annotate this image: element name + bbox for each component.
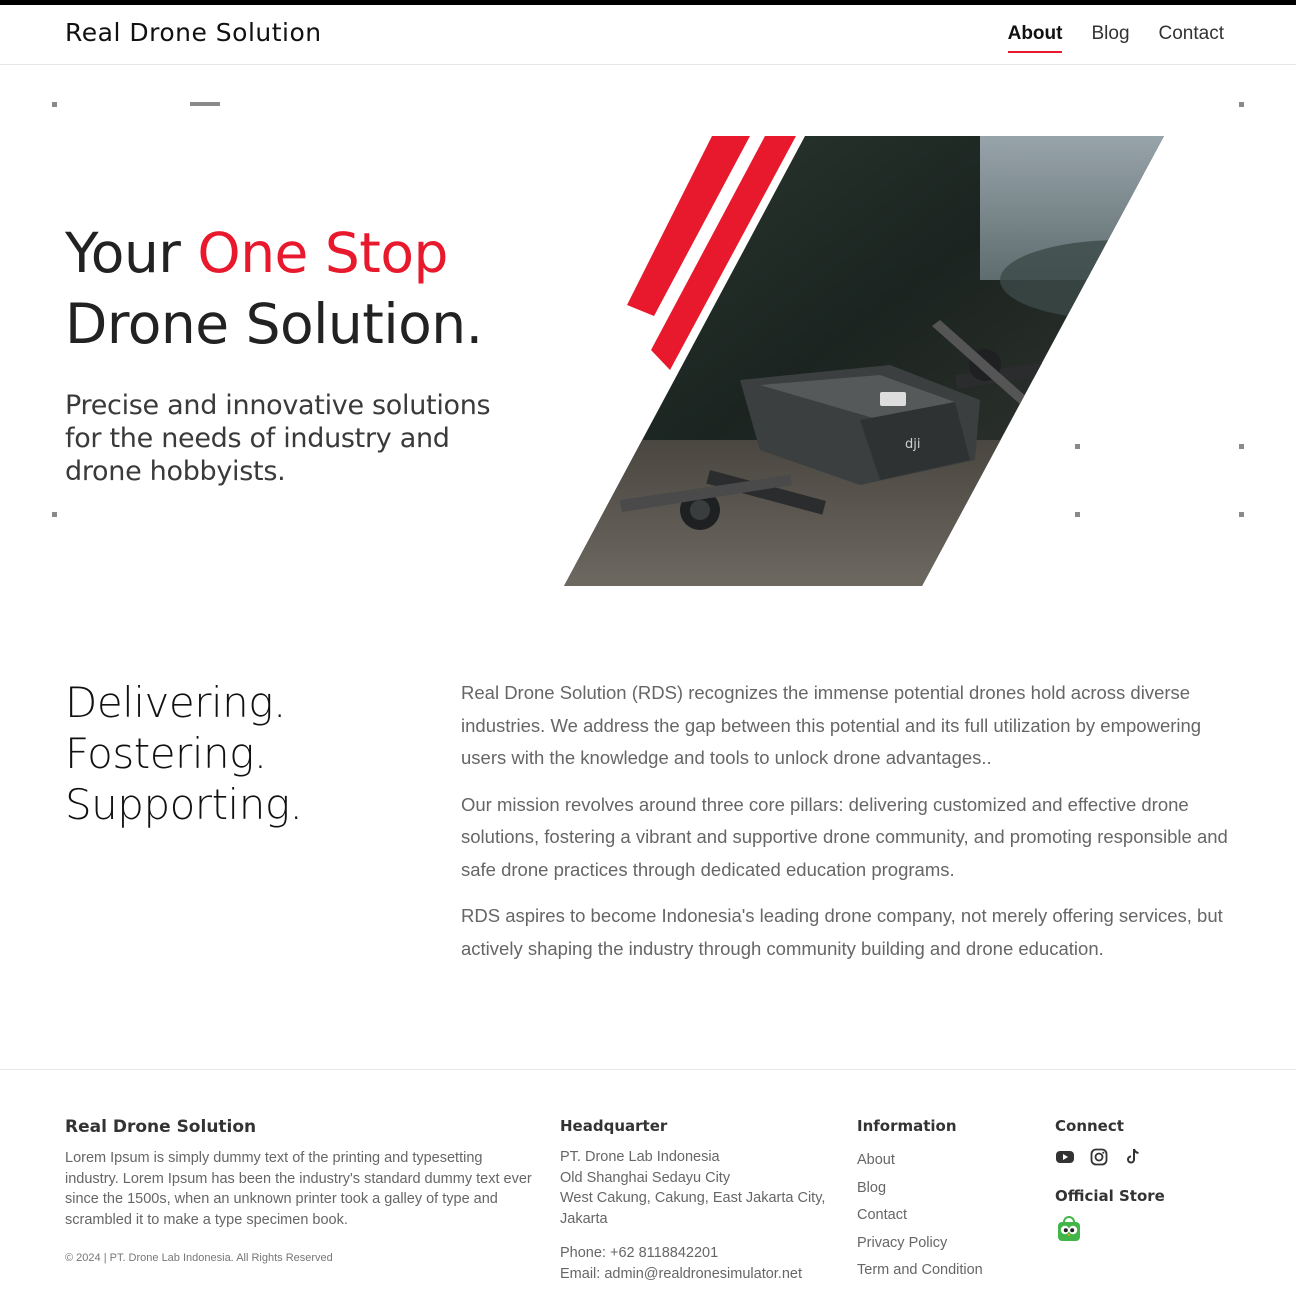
footer-link-about[interactable]: About xyxy=(857,1147,1037,1175)
decor-dot xyxy=(1239,444,1244,449)
footer-hq-line: Old Shanghai Sedayu City xyxy=(560,1169,731,1186)
nav-contact[interactable]: Contact xyxy=(1159,23,1224,53)
social-icons xyxy=(1055,1147,1235,1167)
hero-drone-image: dji xyxy=(564,136,1164,586)
footer-phone: Phone: +62 8118842201 xyxy=(560,1245,719,1261)
footer-hq-line: West Cakung, Cakung, East Jakarta City, … xyxy=(560,1190,826,1227)
pillar-delivering: Delivering. xyxy=(65,678,286,727)
footer-connect: Connect Official Store xyxy=(1055,1117,1235,1247)
footer-hq-title: Headquarter xyxy=(560,1117,668,1135)
nav-blog[interactable]: Blog xyxy=(1091,23,1129,53)
site-footer: Real Drone Solution Lorem Ipsum is simpl… xyxy=(0,1069,1296,1316)
decor-dot xyxy=(52,512,57,517)
decor-dot xyxy=(1239,102,1244,107)
footer-link-blog[interactable]: Blog xyxy=(857,1175,1037,1203)
footer-connect-title: Connect xyxy=(1055,1117,1124,1135)
footer-email: Email: admin@realdronesimulator.net xyxy=(560,1265,802,1282)
decor-dot xyxy=(52,102,57,107)
footer-info-title: Information xyxy=(857,1117,957,1135)
youtube-icon[interactable] xyxy=(1055,1147,1075,1167)
footer-brand-title: Real Drone Solution xyxy=(65,1117,257,1137)
hero-title: Your One Stop Drone Solution. xyxy=(65,218,483,360)
footer-brand-text: Lorem Ipsum is simply dummy text of the … xyxy=(65,1150,532,1228)
tokopedia-icon[interactable] xyxy=(1055,1215,1083,1243)
pillar-supporting: Supporting. xyxy=(65,780,303,829)
footer-hq-line: PT. Drone Lab Indonesia xyxy=(560,1149,720,1165)
footer-copyright: © 2024 | PT. Drone Lab Indonesia. All Ri… xyxy=(65,1252,333,1264)
footer-information: Information About Blog Contact Privacy P… xyxy=(857,1117,1037,1285)
about-paragraph: RDS aspires to become Indonesia's leadin… xyxy=(461,905,1223,959)
main-nav: About Blog Contact xyxy=(1007,23,1224,53)
decor-dash xyxy=(190,102,220,106)
footer-brand: Real Drone Solution Lorem Ipsum is simpl… xyxy=(65,1117,535,1264)
about-paragraph: Our mission revolves around three core p… xyxy=(461,793,1228,880)
svg-text:dji: dji xyxy=(905,437,920,452)
official-store-title: Official Store xyxy=(1055,1187,1165,1205)
footer-link-contact[interactable]: Contact xyxy=(857,1202,1037,1230)
tiktok-icon[interactable] xyxy=(1123,1147,1143,1167)
site-logo[interactable]: Real Drone Solution xyxy=(65,18,322,47)
about-text: Real Drone Solution (RDS) recognizes the… xyxy=(461,677,1236,979)
hero-title-line2: Drone Solution. xyxy=(65,292,483,356)
instagram-icon[interactable] xyxy=(1089,1147,1109,1167)
hero-title-pre: Your xyxy=(65,221,198,285)
pillars-heading: Delivering. Fostering. Supporting. xyxy=(65,677,303,830)
hero-title-accent: One Stop xyxy=(197,221,448,285)
footer-spacer xyxy=(560,1229,830,1243)
footer-headquarter: Headquarter PT. Drone Lab Indonesia Old … xyxy=(560,1117,830,1284)
hero-subtitle: Precise and innovative solutions for the… xyxy=(65,390,491,487)
decor-dot xyxy=(1239,512,1244,517)
pillar-fostering: Fostering. xyxy=(65,729,267,778)
footer-link-privacy[interactable]: Privacy Policy xyxy=(857,1230,1037,1258)
site-header: Real Drone Solution About Blog Contact xyxy=(0,5,1296,65)
nav-about[interactable]: About xyxy=(1007,23,1062,53)
about-paragraph: Real Drone Solution (RDS) recognizes the… xyxy=(461,682,1202,768)
footer-link-terms[interactable]: Term and Condition xyxy=(857,1257,1037,1285)
